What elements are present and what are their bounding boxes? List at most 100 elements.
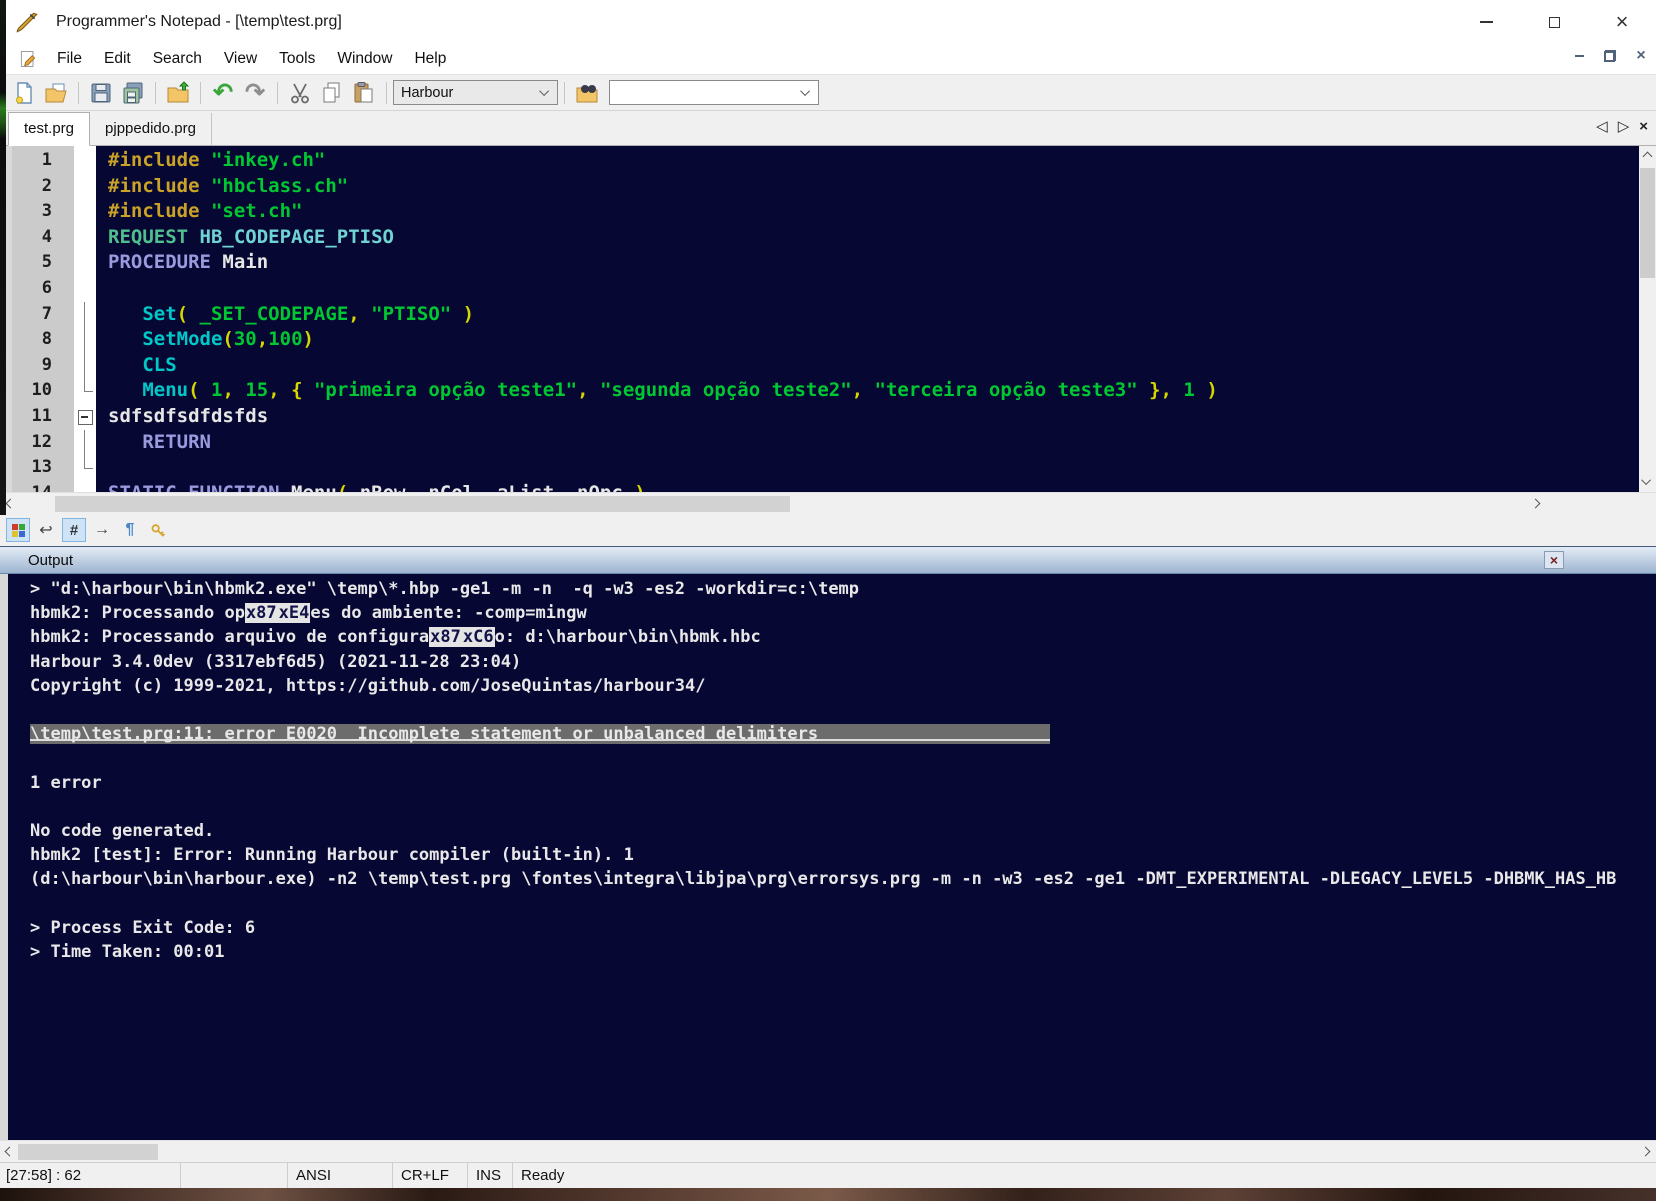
code-line[interactable]: SetMode(30,100) bbox=[96, 327, 314, 353]
cut-icon bbox=[288, 81, 312, 105]
scroll-down-icon[interactable] bbox=[1641, 475, 1651, 485]
tab-pjppedido.prg[interactable]: pjppedido.prg bbox=[90, 113, 212, 145]
code-line[interactable]: sdfsdfsdfdsfds bbox=[96, 404, 268, 430]
editor-horizontal-scrollbar[interactable] bbox=[0, 492, 1656, 514]
menu-search[interactable]: Search bbox=[142, 50, 213, 68]
toolbar: ↶ ↷ Harbour bbox=[0, 74, 1656, 110]
output-panel-header[interactable]: Output × bbox=[0, 546, 1656, 574]
programmers-notepad-window: Programmer's Notepad - [\temp\test.prg] … bbox=[0, 0, 1656, 1201]
output-line[interactable]: \temp\test.prg:11: error E0020 Incomplet… bbox=[8, 722, 1656, 746]
mdi-minimize-button[interactable] bbox=[1568, 46, 1590, 66]
scroll-left-icon[interactable] bbox=[6, 499, 16, 509]
tab-controls: ◁ ▷ × bbox=[1596, 119, 1648, 134]
output-panel-title: Output bbox=[28, 552, 73, 569]
window-controls: × bbox=[1452, 0, 1656, 44]
code-token: Main bbox=[222, 251, 268, 273]
output-close-button[interactable]: × bbox=[1544, 551, 1564, 569]
scroll-right-icon[interactable] bbox=[1531, 499, 1541, 509]
output-line: hbmk2 [test]: Error: Running Harbour com… bbox=[8, 843, 1656, 867]
toggle-word-wrap[interactable]: ↩ bbox=[34, 518, 58, 542]
undo-button[interactable]: ↶ bbox=[208, 79, 238, 107]
code-line[interactable]: #include "hbclass.ch" bbox=[96, 174, 348, 200]
tab-scroll-left-icon[interactable]: ◁ bbox=[1596, 119, 1608, 134]
mdi-close-button[interactable]: × bbox=[1630, 46, 1652, 66]
paste-button[interactable] bbox=[349, 79, 379, 107]
scroll-left-icon[interactable] bbox=[5, 1147, 15, 1157]
horizontal-scroll-thumb[interactable] bbox=[55, 496, 790, 512]
code-token: _SET_CODEPAGE bbox=[200, 303, 349, 325]
close-button[interactable]: × bbox=[1588, 0, 1656, 44]
code-line[interactable]: Menu( 1, 15, { "primeira opção teste1", … bbox=[96, 378, 1218, 404]
menu-view[interactable]: View bbox=[213, 50, 268, 68]
close-icon: × bbox=[1550, 553, 1558, 567]
copy-button[interactable] bbox=[317, 79, 347, 107]
toggle-panel-grid[interactable] bbox=[6, 518, 30, 542]
status-cell-ready: Ready bbox=[512, 1163, 1656, 1188]
code-line[interactable]: STATIC FUNCTION Menu( nRow, nCol, aList,… bbox=[96, 481, 646, 492]
scroll-up-icon[interactable] bbox=[1643, 152, 1653, 162]
menu-file[interactable]: File bbox=[46, 50, 93, 68]
code-token: nRow, nCol, aList, nOpc bbox=[360, 482, 623, 492]
code-line[interactable]: Set( _SET_CODEPAGE, "PTISO" ) bbox=[96, 302, 474, 328]
code-token: ) bbox=[303, 328, 314, 350]
horizontal-scroll-thumb[interactable] bbox=[18, 1144, 158, 1160]
code-line[interactable]: RETURN bbox=[96, 430, 211, 456]
fold-marker bbox=[74, 302, 96, 328]
save-all-button[interactable] bbox=[118, 79, 148, 107]
scheme-select[interactable]: Harbour bbox=[393, 80, 558, 105]
code-line[interactable] bbox=[96, 276, 108, 302]
open-folder-button[interactable] bbox=[163, 79, 193, 107]
mdi-restore-button[interactable] bbox=[1599, 46, 1621, 66]
maximize-button[interactable] bbox=[1520, 0, 1588, 44]
code-line[interactable] bbox=[96, 455, 108, 481]
tab-test.prg[interactable]: test.prg bbox=[8, 112, 90, 146]
code-line[interactable]: CLS bbox=[96, 353, 177, 379]
output-line: Copyright (c) 1999-2021, https://github.… bbox=[8, 674, 1656, 698]
document-pencil-icon bbox=[18, 49, 38, 69]
vertical-scroll-thumb[interactable] bbox=[1640, 168, 1655, 278]
code-token: , bbox=[852, 379, 875, 401]
search-combobox[interactable] bbox=[609, 80, 819, 105]
output-horizontal-scrollbar[interactable] bbox=[0, 1140, 1656, 1162]
open-file-button[interactable] bbox=[41, 79, 71, 107]
output-token: xC6 bbox=[462, 627, 495, 647]
tab-close-icon[interactable]: × bbox=[1639, 119, 1648, 134]
output-text: Harbour 3.4.0dev (3317ebf6d5) (2021-11-2… bbox=[30, 652, 521, 672]
toggle-line-endings[interactable]: ¶ bbox=[118, 518, 142, 542]
key-icon bbox=[150, 522, 167, 539]
menu-tools[interactable]: Tools bbox=[268, 50, 326, 68]
toggle-scheme-key[interactable] bbox=[146, 518, 170, 542]
cut-button[interactable] bbox=[285, 79, 315, 107]
redo-button[interactable]: ↷ bbox=[240, 79, 270, 107]
code-line[interactable]: #include "inkey.ch" bbox=[96, 148, 325, 174]
line-number: 2 bbox=[12, 174, 62, 200]
editor-vertical-scrollbar[interactable] bbox=[1639, 146, 1656, 492]
save-button[interactable] bbox=[86, 79, 116, 107]
output-token: x87 bbox=[429, 627, 462, 647]
status-cell-cr-lf: CR+LF bbox=[392, 1163, 467, 1188]
toggle-whitespace-markers[interactable]: → bbox=[90, 518, 114, 542]
code-line[interactable]: #include "set.ch" bbox=[96, 199, 302, 225]
code-line[interactable]: PROCEDURE Main bbox=[96, 250, 268, 276]
code-token: ) bbox=[1195, 379, 1218, 401]
scroll-right-icon[interactable] bbox=[1641, 1147, 1651, 1157]
output-token: hbmk2: Processando op bbox=[30, 603, 245, 623]
tab-scroll-right-icon[interactable]: ▷ bbox=[1618, 119, 1630, 134]
toggle-line-numbers[interactable]: # bbox=[62, 518, 86, 542]
fold-marker[interactable] bbox=[74, 404, 96, 430]
code-editor[interactable]: 1#include "inkey.ch"2#include "hbclass.c… bbox=[0, 146, 1656, 492]
open-folder-icon bbox=[166, 81, 190, 105]
menu-window[interactable]: Window bbox=[326, 50, 403, 68]
new-file-icon bbox=[12, 81, 36, 105]
menu-help[interactable]: Help bbox=[403, 50, 457, 68]
line-number: 3 bbox=[12, 199, 62, 225]
save-icon bbox=[89, 81, 113, 105]
code-token: ) bbox=[623, 482, 646, 492]
menu-bar: FileEditSearchViewToolsWindowHelp × bbox=[0, 44, 1656, 74]
new-file-button[interactable] bbox=[9, 79, 39, 107]
find-in-files-button[interactable] bbox=[572, 79, 602, 107]
menu-edit[interactable]: Edit bbox=[93, 50, 142, 68]
code-token bbox=[108, 303, 142, 325]
code-line[interactable]: REQUEST HB_CODEPAGE_PTISO bbox=[96, 225, 394, 251]
minimize-button[interactable] bbox=[1452, 0, 1520, 44]
